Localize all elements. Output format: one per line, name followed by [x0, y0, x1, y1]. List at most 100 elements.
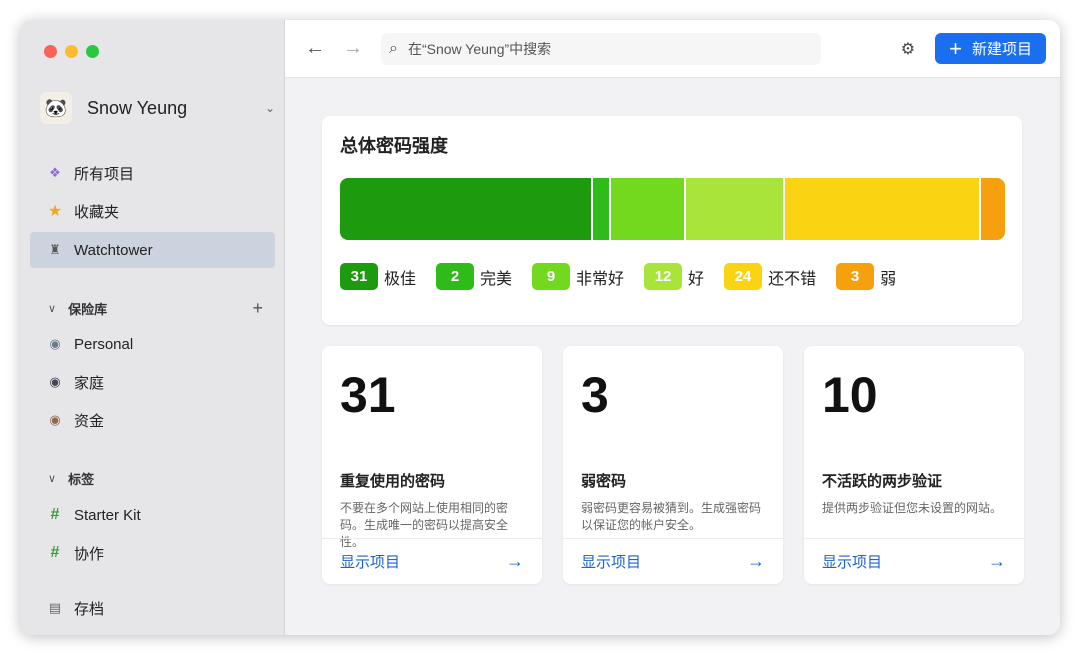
link-label: 显示项目: [822, 554, 883, 571]
search-placeholder: 在“Snow Yeung”中搜索: [407, 40, 552, 57]
sidebar-item-label: 收藏夹: [74, 203, 120, 221]
sidebar-item-label: Personal: [74, 335, 134, 353]
legend-label: 还不错: [768, 270, 817, 288]
sidebar-item-archive[interactable]: ▤ 存档: [30, 590, 275, 626]
sidebar-item-label: Watchtower: [74, 241, 153, 259]
sidebar-item-vault-personal[interactable]: ◉ Personal: [30, 326, 275, 362]
password-strength-card: 总体密码强度 31 极佳 2 完美 9 非常好 12 好 24 还不错 3 弱: [322, 116, 1022, 325]
search-icon: ⌕: [389, 39, 398, 57]
strength-bar-segment[interactable]: [685, 178, 783, 240]
stat-description: 弱密码更容易被猜到。生成强密码以保证您的帐户安全。: [581, 501, 762, 532]
strength-bar-segment[interactable]: [340, 178, 591, 240]
legend-item[interactable]: 3弱: [836, 263, 896, 290]
arrow-right-icon: →: [988, 551, 1006, 571]
account-name: Snow Yeung: [87, 97, 188, 118]
back-arrow-icon[interactable]: ←: [305, 37, 325, 60]
link-label: 显示项目: [340, 554, 401, 571]
settings-icon[interactable]: ⚙: [901, 39, 915, 59]
stat-card: 3 弱密码 弱密码更容易被猜到。生成强密码以保证您的帐户安全。 显示项目 →: [563, 346, 783, 584]
link-label: 显示项目: [581, 554, 642, 571]
legend-label: 好: [688, 270, 705, 288]
section-label: 保险库: [68, 302, 108, 317]
plus-icon: +: [949, 35, 962, 61]
legend-item[interactable]: 24 还不错: [724, 263, 816, 290]
strength-bar-segment[interactable]: [980, 178, 1005, 240]
show-items-link[interactable]: 显示项目 →: [804, 538, 1024, 584]
sidebar-item-label: 资金: [74, 412, 105, 430]
main-content: ← → ⌕ 在“Snow Yeung”中搜索 ⚙ + 新建项目 总体密码强度 31 极…: [285, 20, 1060, 635]
legend-label: 极佳: [384, 270, 417, 288]
window-controls: [44, 45, 99, 58]
avatar: 🐼: [40, 92, 72, 124]
vault-icon: ◉: [49, 412, 61, 427]
legend-label: 非常好: [576, 270, 625, 288]
stat-title: 弱密码: [581, 473, 627, 490]
sidebar-item-tag-collab[interactable]: # 协作: [30, 535, 275, 571]
vaults-header[interactable]: ∨ 保险库 +: [48, 298, 263, 319]
minimize-button[interactable]: [65, 45, 78, 58]
stat-description: 提供两步验证但您未设置的网站。: [822, 501, 1003, 515]
arrow-right-icon: →: [506, 551, 524, 571]
add-vault-button[interactable]: +: [252, 298, 263, 319]
button-label: 新建项目: [971, 41, 1032, 58]
sidebar-item-favorites[interactable]: ★ 收藏夹: [30, 193, 275, 229]
archive-icon: ▤: [48, 600, 62, 615]
section-label: 标签: [68, 472, 95, 487]
hash-icon: #: [50, 506, 60, 523]
sidebar-item-label: 家庭: [74, 374, 105, 392]
chevron-down-icon: ∨: [48, 473, 57, 485]
grid-icon: ❖: [49, 165, 61, 180]
count-badge: 3: [836, 263, 875, 290]
close-button[interactable]: [44, 45, 57, 58]
legend-label: 完美: [480, 270, 513, 288]
legend-item[interactable]: 2 完美: [436, 263, 512, 290]
sidebar-item-vault-family[interactable]: ◉ 家庭: [30, 364, 275, 400]
stat-card: 31 重复使用的密码 不要在多个网站上使用相同的密码。生成唯一的密码以提高安全性…: [322, 346, 542, 584]
strength-legend: 31 极佳 2 完美 9 非常好 12 好 24 还不错 3 弱: [340, 263, 916, 290]
sidebar-item-label: 所有项目: [74, 165, 135, 183]
sidebar-item-tag-starter-kit[interactable]: # Starter Kit: [30, 497, 275, 533]
sidebar-item-watchtower[interactable]: ♜ Watchtower: [30, 232, 275, 268]
search-input[interactable]: ⌕ 在“Snow Yeung”中搜索: [381, 32, 821, 65]
forward-arrow-icon[interactable]: →: [343, 37, 363, 60]
tags-header[interactable]: ∨ 标签: [48, 469, 263, 488]
stat-number: 10: [822, 367, 878, 423]
legend-item[interactable]: 31 极佳: [340, 263, 416, 290]
strength-bar-segment[interactable]: [592, 178, 609, 240]
count-badge: 12: [644, 263, 683, 290]
stat-title: 重复使用的密码: [340, 473, 446, 490]
sidebar-item-all-items[interactable]: ❖ 所有项目: [30, 155, 275, 191]
new-item-button[interactable]: + 新建项目: [935, 33, 1046, 64]
zoom-button[interactable]: [86, 45, 99, 58]
strength-bar-segment[interactable]: [784, 178, 979, 240]
legend-item[interactable]: 12 好: [644, 263, 704, 290]
stat-card: 10 不活跃的两步验证 提供两步验证但您未设置的网站。 显示项目 →: [804, 346, 1024, 584]
sidebar-item-label: 协作: [74, 545, 105, 563]
chevron-down-icon: ⌄: [264, 101, 275, 115]
stat-number: 3: [581, 367, 609, 423]
count-badge: 2: [436, 263, 475, 290]
strength-bar: [340, 178, 1005, 240]
legend-label: 弱: [880, 270, 897, 288]
legend-item[interactable]: 9 非常好: [532, 263, 624, 290]
card-title: 总体密码强度: [340, 136, 448, 156]
count-badge: 24: [724, 263, 763, 290]
sidebar-item-label: Starter Kit: [74, 506, 141, 524]
toolbar: ← → ⌕ 在“Snow Yeung”中搜索 ⚙ + 新建项目: [285, 20, 1060, 78]
sidebar-item-vault-funds[interactable]: ◉ 资金: [30, 402, 275, 438]
account-switcher[interactable]: 🐼 Snow Yeung ⌄: [40, 91, 275, 125]
vault-icon: ◉: [49, 374, 61, 389]
star-icon: ★: [47, 203, 63, 220]
hash-icon: #: [50, 544, 60, 561]
show-items-link[interactable]: 显示项目 →: [322, 538, 542, 584]
watchtower-icon: ♜: [49, 242, 61, 257]
app-window: 🐼 Snow Yeung ⌄ ❖ 所有项目 ★ 收藏夹 ♜ Watchtower ∨ 保…: [20, 20, 1060, 635]
stat-title: 不活跃的两步验证: [822, 473, 943, 490]
chevron-down-icon: ∨: [48, 303, 57, 315]
show-items-link[interactable]: 显示项目 →: [563, 538, 783, 584]
arrow-right-icon: →: [747, 551, 765, 571]
sidebar-item-label: 存档: [74, 600, 105, 618]
strength-bar-segment[interactable]: [610, 178, 684, 240]
count-badge: 9: [532, 263, 571, 290]
count-badge: 31: [340, 263, 378, 290]
